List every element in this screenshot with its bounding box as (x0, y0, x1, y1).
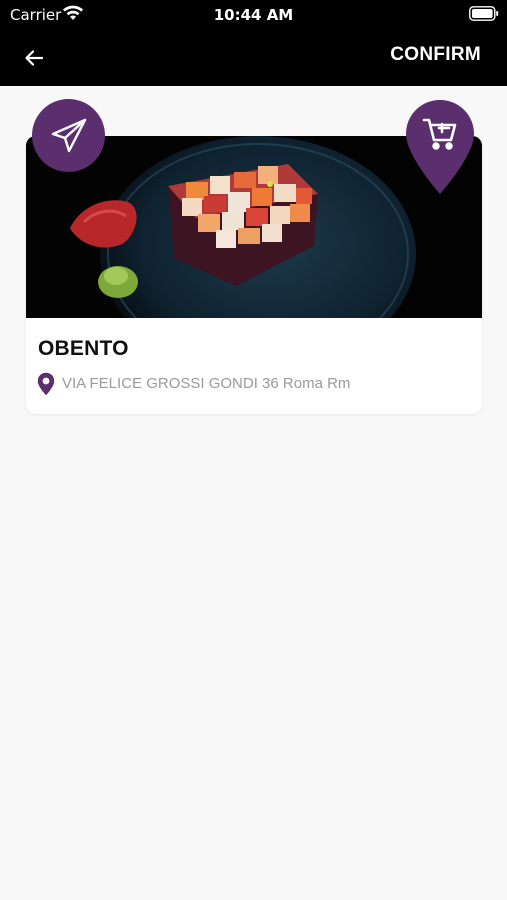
restaurant-address: VIA FELICE GROSSI GONDI 36 Roma Rm (62, 375, 351, 392)
status-time: 10:44 AM (213, 6, 294, 24)
location-pin-icon (37, 372, 55, 396)
restaurant-name: OBENTO (38, 337, 129, 360)
back-button[interactable] (18, 42, 50, 74)
battery-icon (469, 6, 499, 21)
status-bar: Carrier 10:44 AM (0, 0, 507, 30)
send-button[interactable] (32, 99, 105, 172)
cart-button[interactable] (405, 98, 475, 196)
confirm-button[interactable]: CONFIRM (390, 44, 481, 66)
arrow-left-icon (25, 50, 43, 66)
navigation-bar: CONFIRM (0, 30, 507, 86)
paper-plane-icon (51, 118, 86, 152)
